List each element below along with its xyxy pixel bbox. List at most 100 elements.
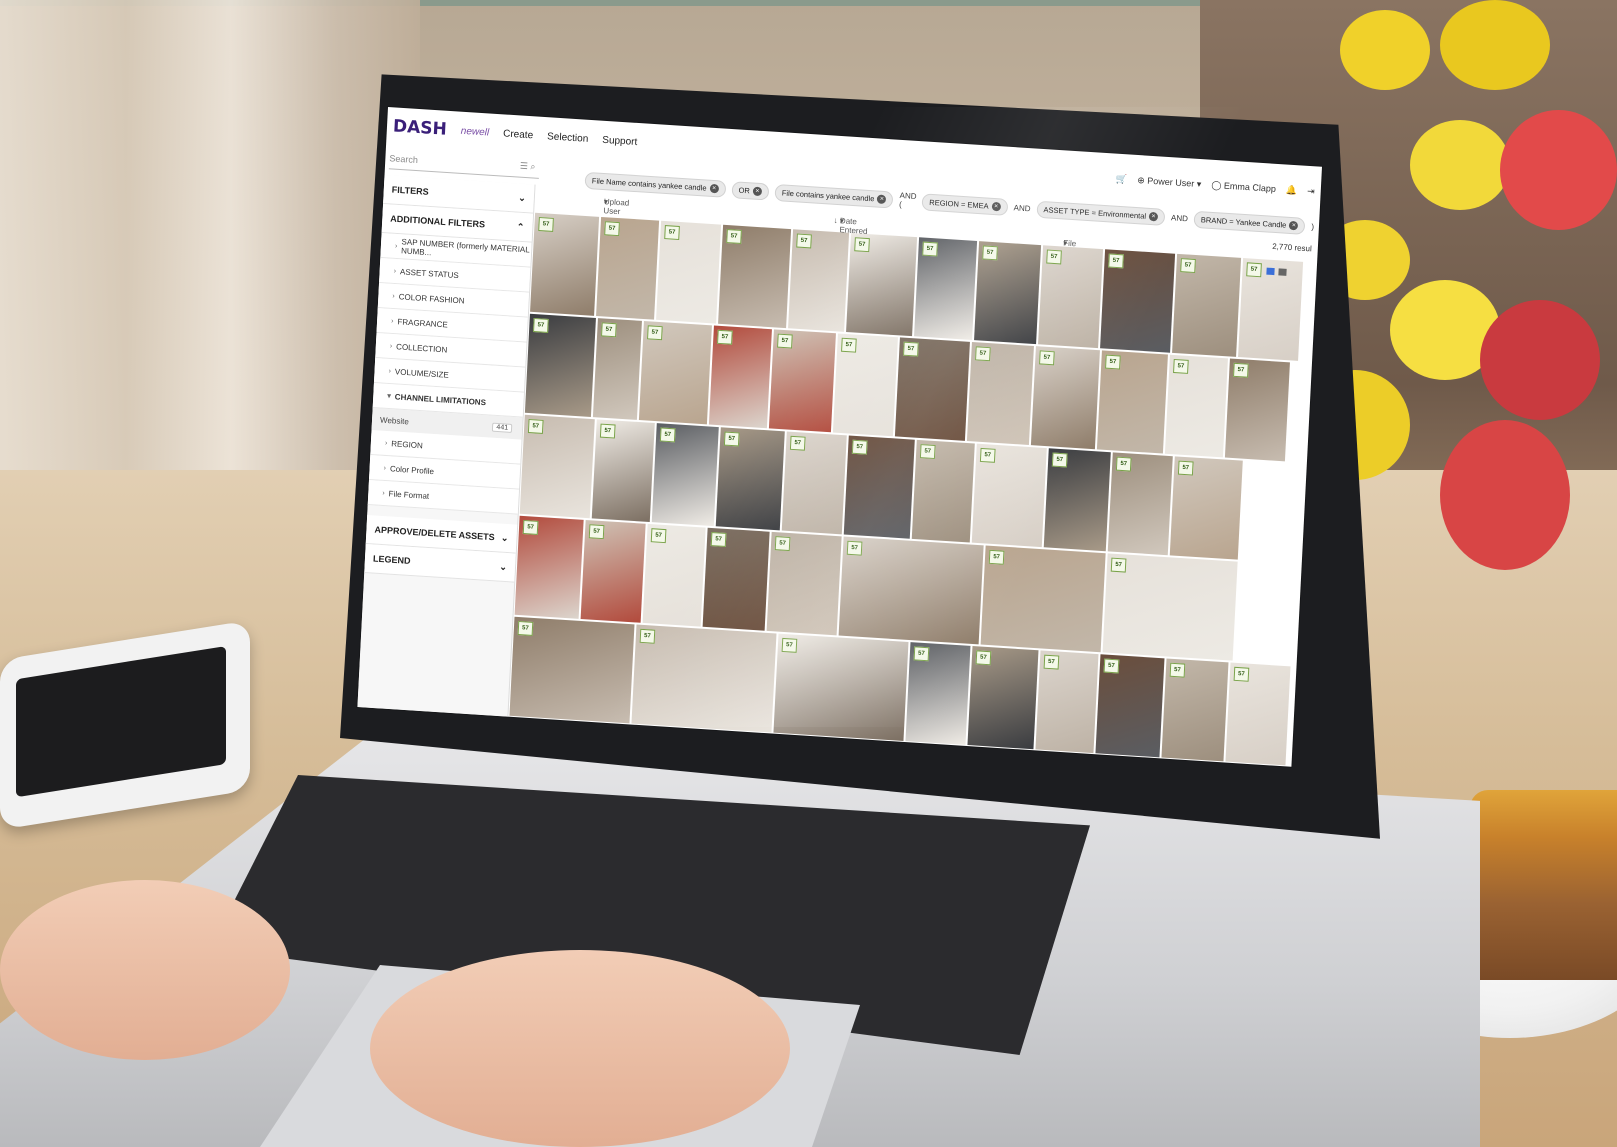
close-icon[interactable]: × (877, 194, 887, 204)
asset-thumbnail[interactable]: 57 (1169, 456, 1243, 560)
asset-thumbnail[interactable]: 57 (1035, 650, 1099, 754)
asset-thumbnail[interactable]: 57 (519, 414, 595, 519)
asset-thumbnail[interactable]: 57 (1100, 249, 1176, 353)
asset-thumbnail[interactable]: 57 (524, 313, 596, 417)
asset-thumbnail[interactable]: 57 (781, 431, 847, 535)
chip-label: REGION = EMEA (929, 197, 989, 211)
asset-thumbnail[interactable]: 57 (631, 624, 777, 733)
asset-thumbnail[interactable]: 57 (509, 616, 635, 724)
asset-badge: 57 (647, 325, 663, 341)
asset-thumbnail[interactable]: 57 (1096, 350, 1168, 454)
close-icon[interactable]: × (1289, 220, 1299, 230)
globe-icon: ⊕ (1137, 175, 1148, 186)
filter-chip-filename[interactable]: File Name contains yankee candle × (584, 171, 727, 198)
asset-badge: 57 (774, 536, 791, 552)
filter-chip-or[interactable]: OR × (731, 180, 770, 201)
asset-badge: 57 (1110, 557, 1127, 573)
asset-thumbnail[interactable]: 57 (788, 229, 850, 332)
close-icon[interactable]: × (752, 186, 763, 196)
close-icon[interactable]: × (1148, 211, 1159, 221)
asset-thumbnail[interactable]: 57 (832, 333, 898, 437)
asset-thumbnail[interactable]: 57 (1038, 245, 1104, 349)
asset-thumbnail[interactable]: 57 (1095, 654, 1165, 758)
chip-label: ASSET TYPE = Environmental (1043, 204, 1147, 221)
asset-thumbnail[interactable]: 57 (718, 224, 792, 329)
bell-icon[interactable]: 🔔 (1286, 185, 1298, 197)
filter-chip-brand[interactable]: BRAND = Yankee Candle × (1193, 210, 1306, 235)
nav-create[interactable]: Create (503, 128, 534, 141)
asset-thumbnail[interactable]: 57 (1164, 354, 1228, 458)
asset-thumbnail[interactable]: 57 (1225, 662, 1291, 766)
asset-thumbnail[interactable]: 57 (843, 435, 915, 539)
asset-badge: 57 (1169, 662, 1186, 678)
asset-thumbnail[interactable]: 57 (1172, 253, 1242, 357)
asset-thumbnail[interactable]: 57 (766, 531, 842, 636)
search-placeholder: Search (389, 152, 419, 165)
asset-badge: 57 (841, 337, 857, 353)
asset-thumbnail[interactable]: 57 (773, 633, 909, 741)
asset-thumbnail[interactable]: 57 (1224, 358, 1290, 462)
sort-label: Upload User (603, 197, 630, 217)
cart-icon[interactable]: 🛒 (1116, 174, 1128, 186)
dash-logo[interactable]: DASH (393, 116, 448, 139)
asset-thumbnail[interactable]: 57 (768, 329, 836, 433)
asset-thumbnail[interactable]: 57 (1102, 553, 1238, 661)
asset-thumbnail[interactable]: 57 (967, 646, 1039, 750)
asset-thumbnail[interactable]: 57 (651, 423, 719, 527)
asset-thumbnail[interactable]: 57 (966, 342, 1034, 445)
asset-thumbnail[interactable]: 57 (702, 527, 770, 631)
asset-badge: 57 (922, 241, 938, 257)
asset-badge: 57 (726, 229, 742, 244)
asset-thumbnail[interactable]: 57 (592, 318, 642, 420)
asset-thumbnail[interactable]: 57 (580, 519, 646, 623)
asset-thumbnail[interactable]: 57 (530, 212, 600, 316)
logout-icon[interactable]: ⇥ (1307, 186, 1315, 197)
asset-thumbnail[interactable]: 57 (894, 337, 970, 441)
asset-thumbnail[interactable]: 57 (1161, 658, 1229, 762)
grid-view-icon[interactable] (1278, 268, 1287, 276)
close-icon[interactable]: × (991, 201, 1001, 211)
asset-thumbnail[interactable]: 57 (708, 325, 772, 429)
asset-thumbnail[interactable]: 57 (596, 216, 660, 320)
asset-thumbnail[interactable]: 57 (980, 545, 1106, 653)
asset-thumbnail[interactable]: 57 (911, 439, 975, 543)
filter-chip-region[interactable]: REGION = EMEA × (921, 192, 1009, 216)
asset-thumbnail[interactable]: 57 (642, 523, 706, 627)
search-icon[interactable]: ☰ ⌕ (520, 161, 536, 173)
asset-thumbnail[interactable]: 57 (591, 419, 655, 523)
sort-date-entered[interactable]: ↓ Date Entered ▾ (833, 216, 867, 236)
asset-badge: 57 (659, 427, 676, 443)
operator-and: AND (1170, 212, 1189, 223)
asset-thumbnail[interactable]: 57 (1030, 346, 1100, 450)
nav-support[interactable]: Support (602, 134, 638, 147)
asset-thumbnail[interactable]: 57 (905, 642, 971, 745)
asset-thumbnail[interactable]: 57 (514, 515, 584, 619)
asset-thumbnail[interactable]: 57 (638, 321, 712, 425)
filter-chip-file[interactable]: File contains yankee candle × (774, 183, 894, 209)
operator-and: AND (1013, 202, 1031, 213)
asset-badge: 57 (1043, 654, 1060, 670)
asset-thumbnail[interactable]: 57 (1107, 452, 1173, 556)
list-view-icon[interactable] (1266, 267, 1275, 276)
asset-thumbnail[interactable]: 57 (974, 241, 1042, 345)
asset-badge: 57 (781, 637, 798, 653)
asset-thumbnail[interactable]: 57 (715, 427, 785, 531)
asset-badge: 57 (717, 329, 733, 345)
view-toggle[interactable] (1266, 267, 1287, 276)
asset-thumbnail[interactable]: 57 (971, 443, 1047, 548)
asset-thumbnail[interactable]: 57 (1043, 448, 1111, 552)
asset-thumbnail[interactable]: 57 (846, 232, 918, 337)
asset-thumbnail[interactable]: 57 (914, 237, 978, 341)
asset-badge: 57 (1108, 253, 1124, 269)
asset-thumbnail[interactable]: 57 (838, 536, 984, 645)
asset-badge: 57 (789, 435, 806, 451)
close-icon[interactable]: × (709, 183, 719, 193)
asset-badge: 57 (723, 431, 740, 447)
sort-upload-user[interactable]: Upload User ▾ (603, 197, 629, 216)
filter-chip-asset-type[interactable]: ASSET TYPE = Environmental × (1036, 200, 1166, 226)
asset-thumbnail[interactable]: 57 (656, 220, 722, 324)
asset-badge: 57 (710, 532, 727, 547)
chevron-up-icon: ⌃ (516, 221, 525, 232)
caret-icon: › (393, 267, 397, 275)
nav-selection[interactable]: Selection (547, 131, 589, 145)
